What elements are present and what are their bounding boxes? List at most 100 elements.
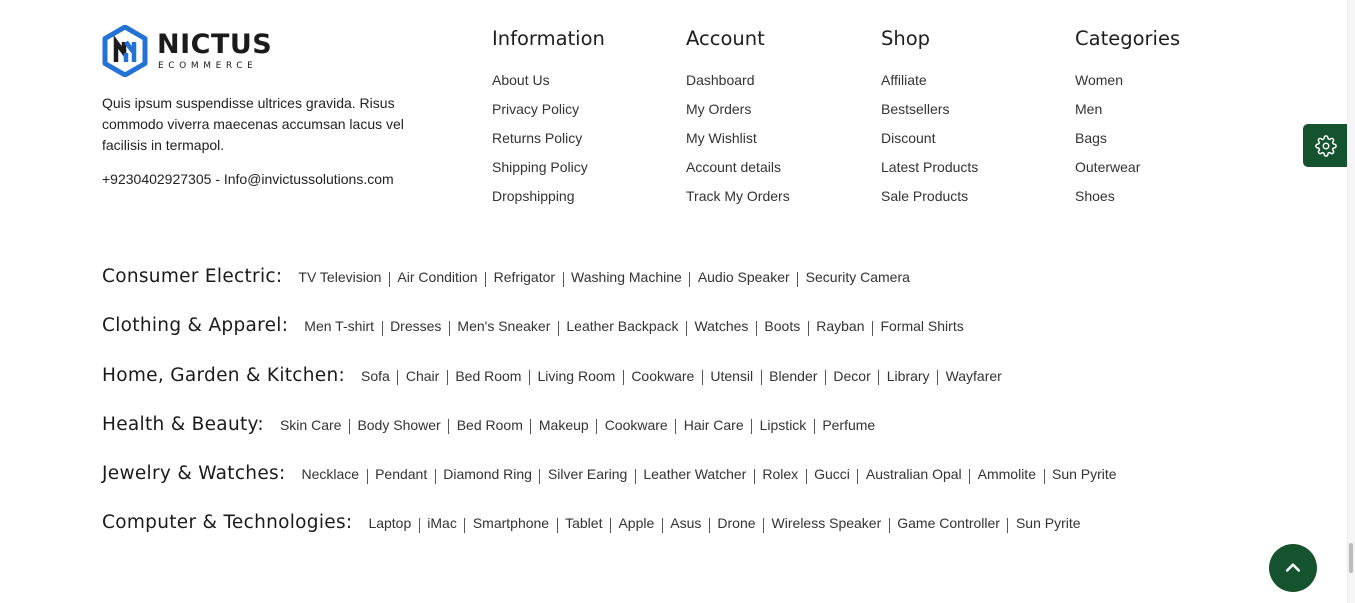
category-link-apple[interactable]: Apple: [618, 515, 654, 531]
category-link-watches[interactable]: Watches: [694, 318, 748, 334]
link-separator: [485, 271, 487, 287]
category-link-drone[interactable]: Drone: [717, 515, 755, 531]
link-separator: [528, 370, 530, 386]
footer-link-dashboard[interactable]: Dashboard: [686, 66, 790, 95]
category-link-makeup[interactable]: Makeup: [539, 417, 589, 433]
footer-link-bags[interactable]: Bags: [1075, 124, 1180, 153]
category-link-boots[interactable]: Boots: [764, 318, 800, 334]
footer-link-bestsellers[interactable]: Bestsellers: [881, 95, 978, 124]
scrollbar-thumb[interactable]: [1349, 543, 1353, 573]
link-separator: [448, 320, 450, 336]
column-title: Account: [686, 27, 765, 50]
category-link-diamond-ring[interactable]: Diamond Ring: [443, 466, 532, 482]
link-separator: [708, 517, 710, 533]
category-link-men-t-shirt[interactable]: Men T-shirt: [304, 318, 374, 334]
category-link-leather-watcher[interactable]: Leather Watcher: [643, 466, 746, 482]
category-link-formal-shirts[interactable]: Formal Shirts: [880, 318, 963, 334]
category-link-asus[interactable]: Asus: [670, 515, 701, 531]
category-link-tv-television[interactable]: TV Television: [298, 269, 381, 285]
footer-column-information: Information About Us Privacy Policy Retu…: [492, 26, 605, 211]
footer-link-affiliate[interactable]: Affiliate: [881, 66, 978, 95]
footer-link-sale-products[interactable]: Sale Products: [881, 182, 978, 211]
category-link-cookware[interactable]: Cookware: [605, 417, 668, 433]
category-link-sun-pyrite[interactable]: Sun Pyrite: [1052, 466, 1117, 482]
link-separator: [539, 468, 541, 484]
category-link-library[interactable]: Library: [887, 368, 930, 384]
category-link-gucci[interactable]: Gucci: [814, 466, 850, 482]
category-link-air-condition[interactable]: Air Condition: [397, 269, 477, 285]
category-link-game-controller[interactable]: Game Controller: [897, 515, 1000, 531]
category-link-wireless-speaker[interactable]: Wireless Speaker: [772, 515, 882, 531]
link-separator: [701, 370, 703, 386]
category-row-links: Men T-shirt Dresses Men's Sneaker Leather B…: [304, 318, 964, 336]
footer-link-returns-policy[interactable]: Returns Policy: [492, 124, 605, 153]
category-link-tablet[interactable]: Tablet: [565, 515, 602, 531]
category-link-ammolite[interactable]: Ammolite: [978, 466, 1036, 482]
logo[interactable]: NICTUS ECOMMERCE: [102, 25, 432, 77]
footer-link-outerwear[interactable]: Outerwear: [1075, 153, 1180, 182]
category-link-rolex[interactable]: Rolex: [762, 466, 798, 482]
category-link-perfume[interactable]: Perfume: [822, 417, 875, 433]
category-link-silver-earing[interactable]: Silver Earing: [548, 466, 627, 482]
footer-link-about-us[interactable]: About Us: [492, 66, 605, 95]
category-link-bed-room[interactable]: Bed Room: [457, 417, 523, 433]
link-separator: [388, 271, 390, 287]
category-link-dresses[interactable]: Dresses: [390, 318, 441, 334]
footer-link-shipping-policy[interactable]: Shipping Policy: [492, 153, 605, 182]
category-link-necklace[interactable]: Necklace: [301, 466, 359, 482]
link-separator: [805, 468, 807, 484]
category-link-pendant[interactable]: Pendant: [375, 466, 427, 482]
category-link-living-room[interactable]: Living Room: [537, 368, 615, 384]
category-link-lipstick[interactable]: Lipstick: [760, 417, 807, 433]
category-row-jewelry-watches: Jewelry & Watches: Necklace Pendant Diamond…: [102, 463, 1117, 512]
footer-link-dropshipping[interactable]: Dropshipping: [492, 182, 605, 211]
link-separator: [381, 320, 383, 336]
category-link-men-s-sneaker[interactable]: Men's Sneaker: [457, 318, 550, 334]
category-link-rayban[interactable]: Rayban: [816, 318, 864, 334]
settings-button[interactable]: [1303, 124, 1349, 167]
category-link-wayfarer[interactable]: Wayfarer: [946, 368, 1002, 384]
footer-link-men[interactable]: Men: [1075, 95, 1180, 124]
category-link-audio-speaker[interactable]: Audio Speaker: [698, 269, 790, 285]
footer-link-my-wishlist[interactable]: My Wishlist: [686, 124, 790, 153]
brand-description: Quis ipsum suspendisse ultrices gravida.…: [102, 95, 404, 153]
category-link-blender[interactable]: Blender: [769, 368, 817, 384]
category-link-chair[interactable]: Chair: [406, 368, 439, 384]
footer-link-account-details[interactable]: Account details: [686, 153, 790, 182]
category-link-laptop[interactable]: Laptop: [368, 515, 411, 531]
category-link-hair-care[interactable]: Hair Care: [684, 417, 744, 433]
category-link-refrigator[interactable]: Refrigator: [494, 269, 555, 285]
category-link-security-camera[interactable]: Security Camera: [806, 269, 910, 285]
scroll-to-top-button[interactable]: [1269, 544, 1317, 592]
link-separator: [557, 320, 559, 336]
category-link-leather-backpack[interactable]: Leather Backpack: [566, 318, 678, 334]
page-scrollbar[interactable]: [1347, 0, 1355, 603]
logo-name: NICTUS: [157, 28, 273, 60]
link-separator: [464, 517, 466, 533]
category-link-australian-opal[interactable]: Australian Opal: [866, 466, 962, 482]
category-link-bed-room[interactable]: Bed Room: [455, 368, 521, 384]
footer-link-women[interactable]: Women: [1075, 66, 1180, 95]
footer-link-latest-products[interactable]: Latest Products: [881, 153, 978, 182]
category-link-sofa[interactable]: Sofa: [361, 368, 390, 384]
footer-link-discount[interactable]: Discount: [881, 124, 978, 153]
category-link-cookware[interactable]: Cookware: [631, 368, 694, 384]
category-link-skin-care[interactable]: Skin Care: [280, 417, 341, 433]
category-link-decor[interactable]: Decor: [833, 368, 870, 384]
category-link-imac[interactable]: iMac: [427, 515, 457, 531]
footer-link-track-my-orders[interactable]: Track My Orders: [686, 182, 790, 211]
category-link-smartphone[interactable]: Smartphone: [473, 515, 549, 531]
category-row-links: Laptop iMac Smartphone Tablet Apple Asus Drone…: [368, 515, 1081, 533]
footer-link-shoes[interactable]: Shoes: [1075, 182, 1180, 211]
link-separator: [753, 468, 755, 484]
category-link-utensil[interactable]: Utensil: [710, 368, 753, 384]
footer-link-privacy-policy[interactable]: Privacy Policy: [492, 95, 605, 124]
category-link-sun-pyrite[interactable]: Sun Pyrite: [1016, 515, 1081, 531]
footer-link-my-orders[interactable]: My Orders: [686, 95, 790, 124]
column-title: Information: [492, 27, 605, 50]
category-row-computer-technologies: Computer & Technologies: Laptop iMac Smartp…: [102, 512, 1117, 561]
category-row-title: Jewelry & Watches:: [102, 463, 286, 485]
category-link-body-shower[interactable]: Body Shower: [357, 417, 440, 433]
category-link-washing-machine[interactable]: Washing Machine: [571, 269, 682, 285]
brand-contact: +9230402927305 - Info@invictussolutions.…: [102, 171, 394, 187]
